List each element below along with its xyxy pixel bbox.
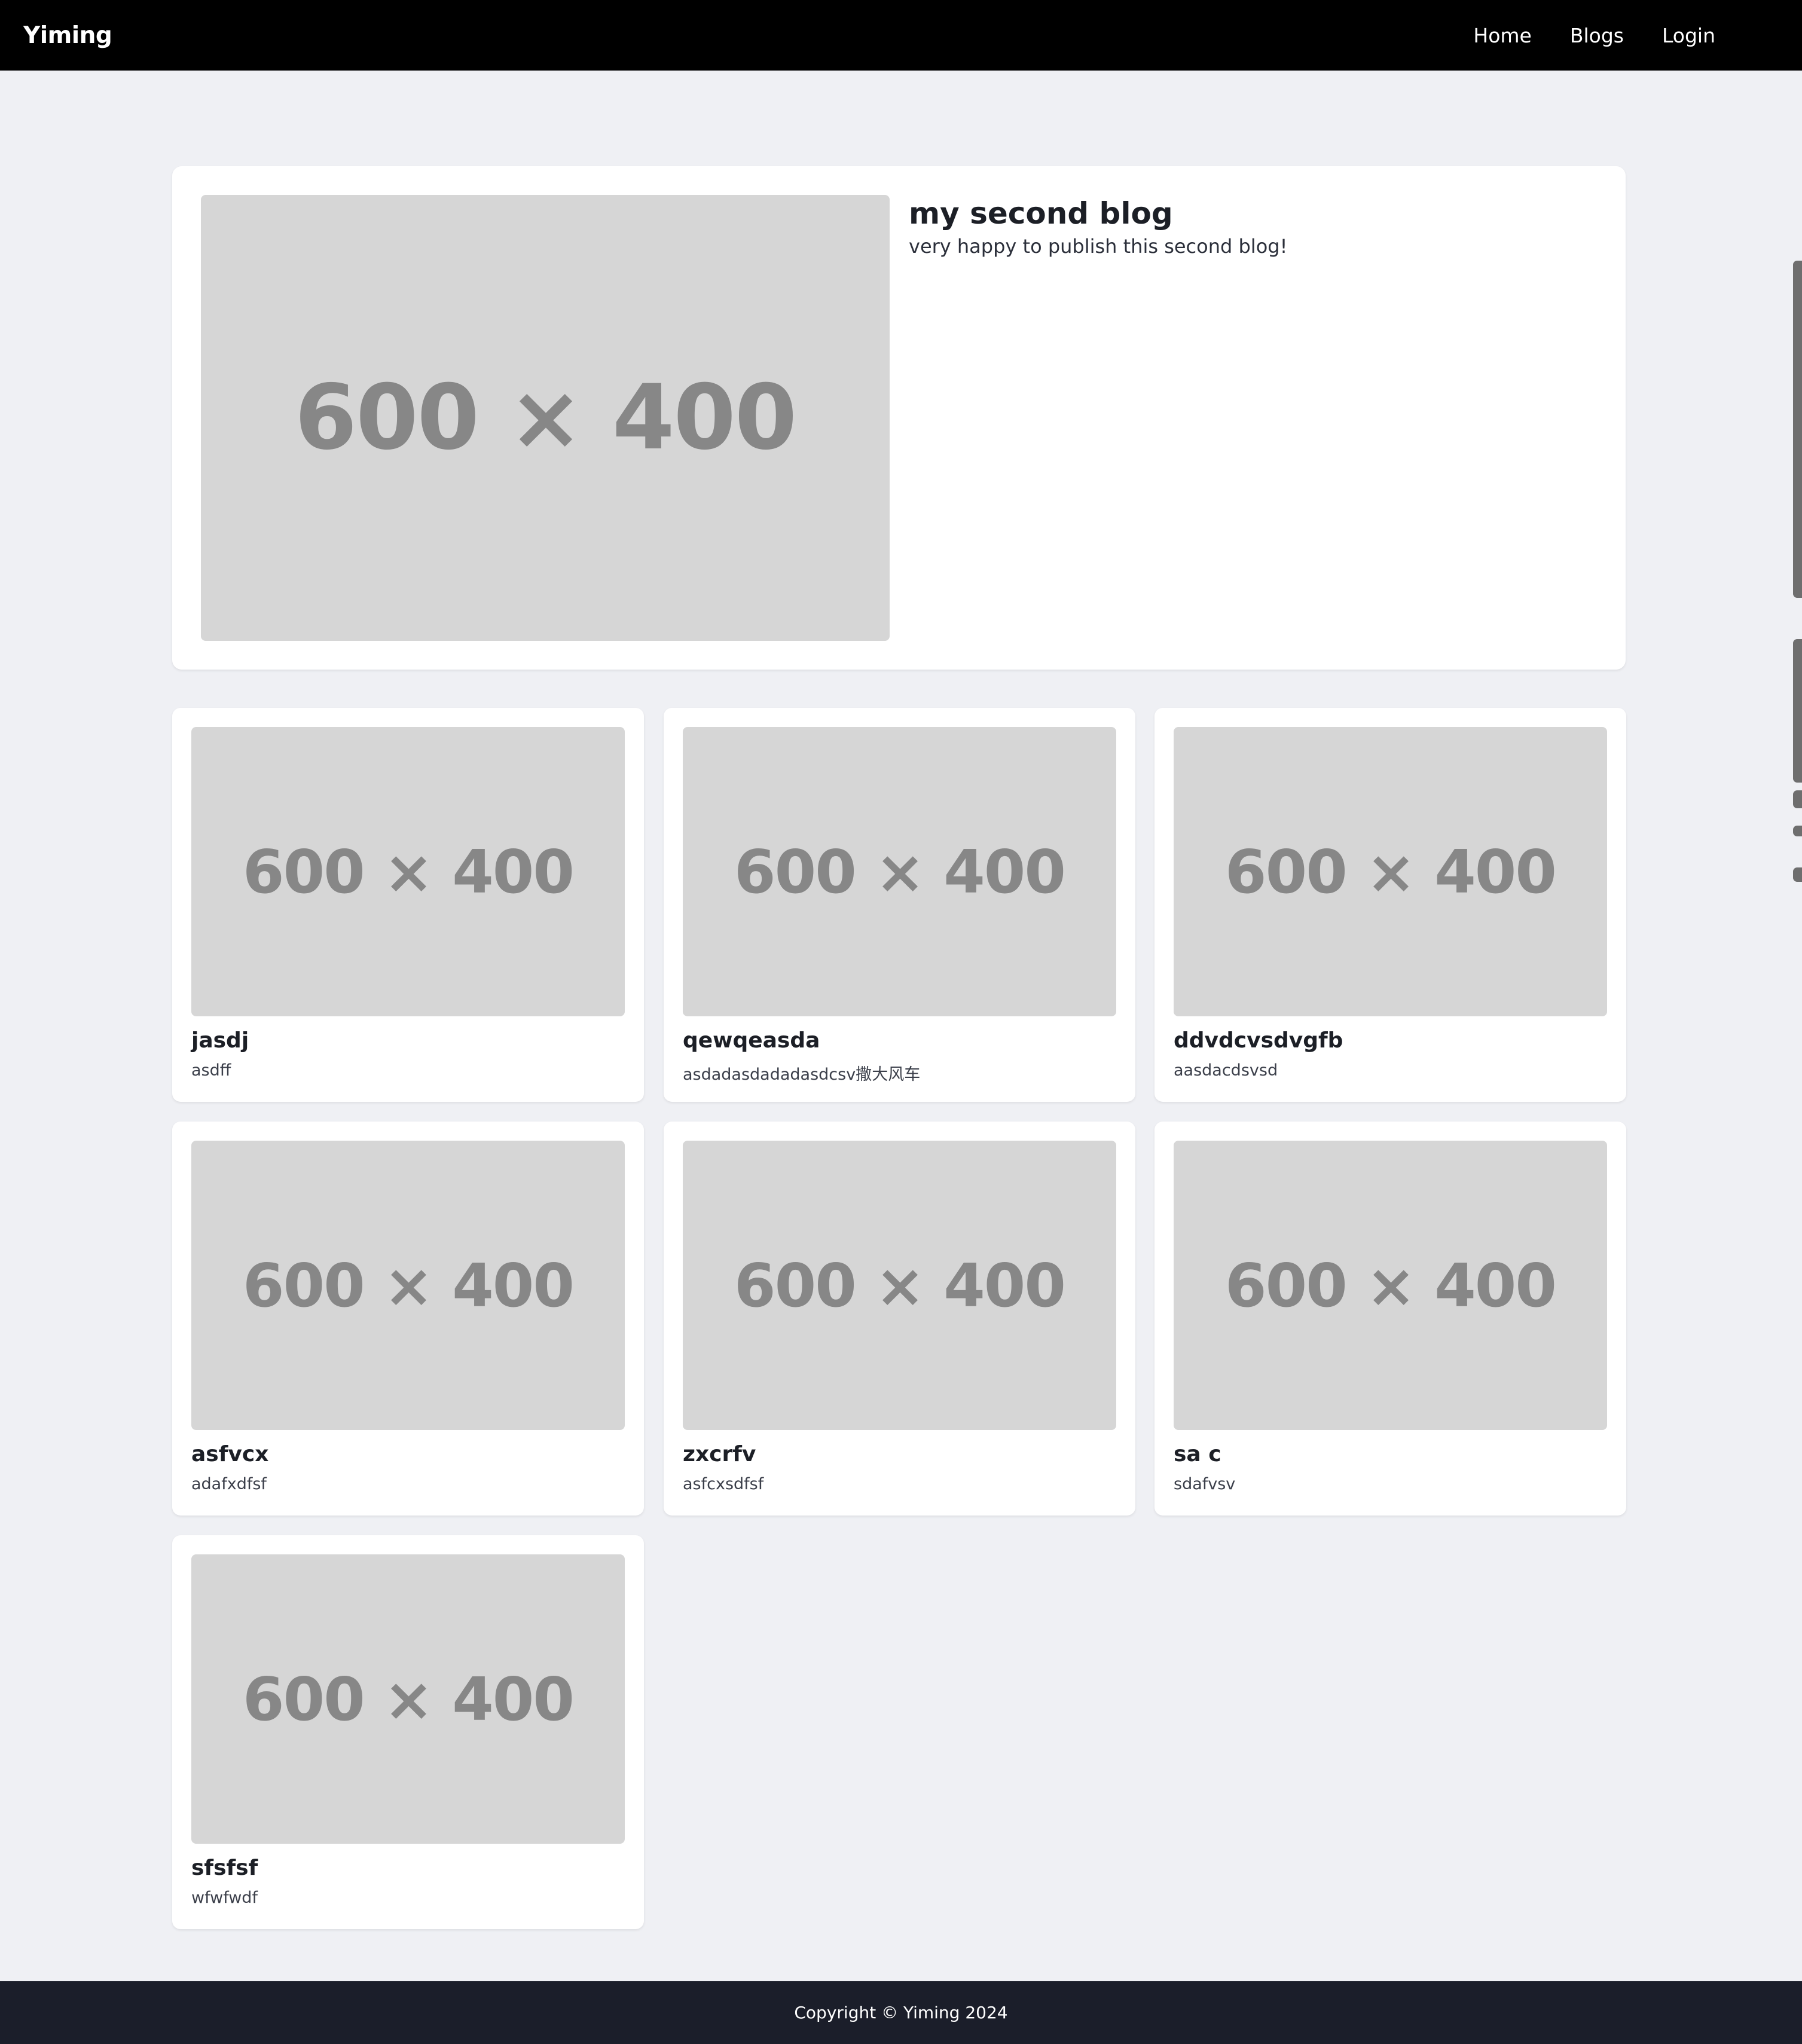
featured-blog-description: very happy to publish this second blog! [909,235,1288,258]
blog-card[interactable]: 600 × 400 sa c sdafvsv [1154,1122,1626,1516]
nav-links: Home Blogs Login [1473,24,1715,47]
blog-card-image: 600 × 400 [683,727,1116,1016]
blog-card-title: asfvcx [191,1442,269,1466]
blog-card[interactable]: 600 × 400 sfsfsf wfwfwdf [172,1535,644,1929]
scrollbar-segment [1793,867,1802,882]
nav-link-home[interactable]: Home [1473,24,1531,47]
footer: Copyright © Yiming 2024 [0,1981,1802,2044]
footer-copyright: Copyright © Yiming 2024 [794,2003,1008,2022]
featured-blog-title[interactable]: my second blog [909,196,1173,231]
blog-card[interactable]: 600 × 400 jasdj asdff [172,708,644,1102]
blog-card-title: sa c [1174,1442,1221,1466]
brand-logo-text[interactable]: Yiming [23,22,112,49]
blog-card-subtitle: wfwfwdf [191,1889,258,1907]
blog-card[interactable]: 600 × 400 zxcrfv asfcxsdfsf [664,1122,1135,1516]
blog-card-subtitle: asdadasdadadasdcsv撒大风车 [683,1065,921,1084]
blog-card-subtitle: adafxdfsf [191,1475,267,1493]
nav-link-blogs[interactable]: Blogs [1570,24,1624,47]
blog-card-subtitle: asdff [191,1061,231,1080]
blog-card-title: jasdj [191,1028,249,1053]
blog-card[interactable]: 600 × 400 asfvcx adafxdfsf [172,1122,644,1516]
blog-card-image: 600 × 400 [683,1141,1116,1430]
blog-card-image: 600 × 400 [1174,727,1607,1016]
blog-card-title: qewqeasda [683,1028,820,1053]
navbar: Yiming Home Blogs Login [0,0,1802,71]
blog-card[interactable]: 600 × 400 ddvdcvsdvgfb aasdacdsvsd [1154,708,1626,1102]
scrollbar-thumb[interactable] [1793,261,1802,598]
blog-card-subtitle: asfcxsdfsf [683,1475,764,1493]
blog-card-title: ddvdcvsdvgfb [1174,1028,1343,1053]
blog-card-image: 600 × 400 [191,1141,625,1430]
scrollbar-segment [1793,639,1802,783]
featured-blog-image: 600 × 400 [201,195,890,641]
blog-card[interactable]: 600 × 400 qewqeasda asdadasdadadasdcsv撒大… [664,708,1135,1102]
scrollbar-segment [1793,790,1802,808]
blog-card-image: 600 × 400 [191,727,625,1016]
blog-card-title: zxcrfv [683,1442,756,1466]
blog-card-subtitle: aasdacdsvsd [1174,1061,1278,1080]
nav-link-login[interactable]: Login [1662,24,1715,47]
blog-card-image: 600 × 400 [1174,1141,1607,1430]
blog-card-image: 600 × 400 [191,1554,625,1844]
featured-blog-card[interactable]: 600 × 400 my second blog very happy to p… [172,166,1626,670]
blog-card-title: sfsfsf [191,1856,258,1880]
blog-card-subtitle: sdafvsv [1174,1475,1236,1493]
scrollbar-segment [1793,826,1802,836]
